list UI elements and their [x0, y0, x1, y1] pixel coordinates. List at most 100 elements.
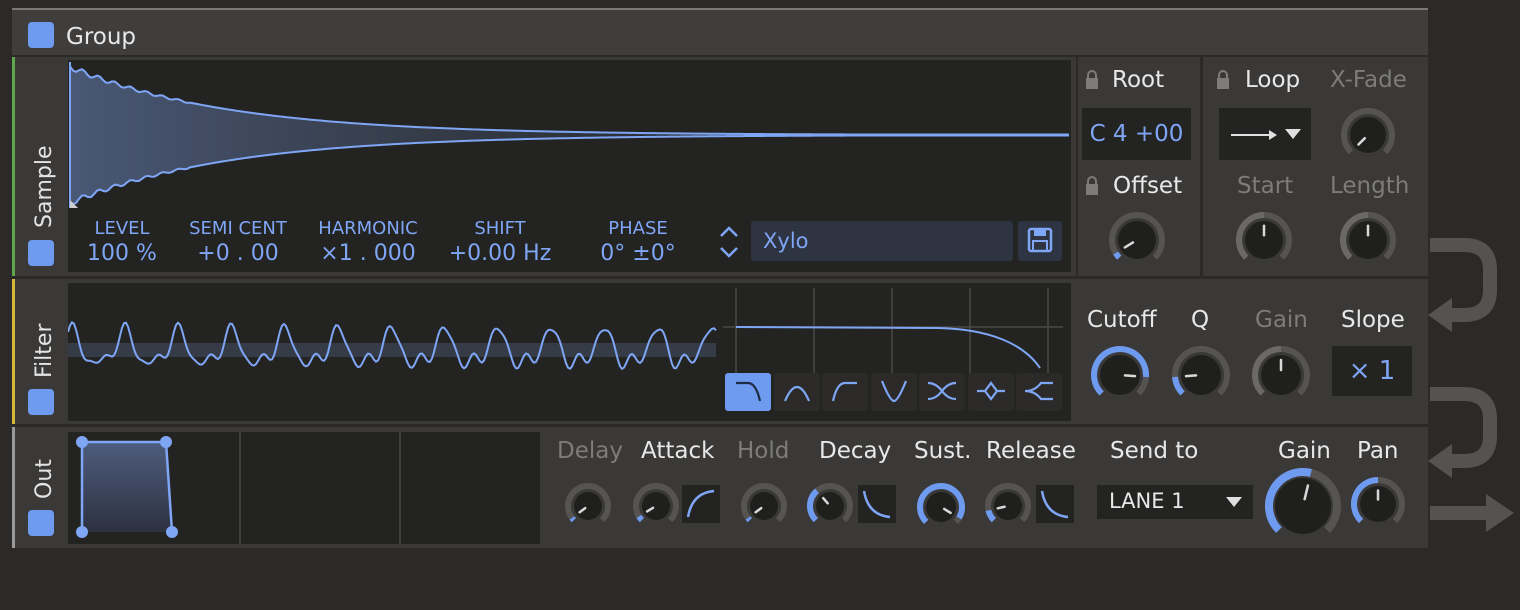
save-preset-button[interactable] [1018, 221, 1062, 261]
filter-gain-knob[interactable] [1251, 345, 1311, 409]
group-header [12, 10, 1428, 56]
filter-enable-checkbox[interactable] [28, 389, 54, 415]
filter-type-button[interactable] [967, 373, 1014, 411]
preset-name: Xylo [763, 229, 809, 253]
sample-param-label: SHIFT [474, 218, 526, 239]
knob-graphic [807, 483, 853, 523]
filter-section-label: Filter [32, 323, 57, 378]
filter-color-band [12, 279, 15, 424]
delay-knob[interactable] [564, 482, 612, 534]
highpass-icon [831, 381, 857, 402]
attack-label: Attack [641, 438, 715, 464]
filter-type-button[interactable] [725, 373, 771, 411]
filter-gain-label: Gain [1255, 307, 1308, 333]
sample-color-band [12, 57, 15, 276]
decay-knob[interactable] [806, 482, 854, 534]
knob-graphic [1341, 108, 1395, 155]
group-enable-checkbox[interactable] [28, 22, 54, 48]
filter-type-button[interactable] [773, 373, 820, 411]
filter-type-button[interactable] [870, 373, 917, 411]
knob-graphic [565, 483, 611, 523]
knob-graphic [1265, 468, 1341, 534]
preset-name-field[interactable]: Xylo [751, 221, 1013, 261]
curve-convex-icon [686, 489, 715, 518]
root-lock-icon[interactable] [1085, 70, 1099, 90]
release-curve-button[interactable] [1036, 485, 1074, 523]
knob-graphic [1172, 346, 1230, 396]
release-knob[interactable] [984, 482, 1032, 534]
decay-curve-button[interactable] [858, 485, 896, 523]
group-title: Group [66, 24, 137, 50]
filter-type-button[interactable] [919, 373, 965, 411]
offset-lock-icon[interactable] [1085, 176, 1099, 196]
shelf-icon [1024, 381, 1053, 401]
offset-label: Offset [1113, 173, 1183, 199]
offset-knob[interactable] [1108, 211, 1166, 273]
knob-graphic [917, 483, 965, 524]
save-icon [1027, 227, 1053, 253]
start-knob[interactable] [1235, 211, 1293, 273]
knob-graphic [1236, 212, 1292, 260]
attack-knob[interactable] [632, 482, 680, 534]
knob-graphic [633, 483, 679, 523]
sustain-label: Sust. [914, 438, 972, 464]
knob-graphic [1109, 212, 1165, 260]
allpass-icon [927, 381, 957, 401]
loop-label: Loop [1245, 67, 1301, 93]
sample-param-value[interactable]: +0.00 Hz [430, 241, 570, 266]
release-label: Release [986, 438, 1076, 464]
sample-param-value[interactable]: ×1 . 000 [298, 241, 438, 266]
root-note-field[interactable]: C 4 +00 [1082, 108, 1191, 160]
out-enable-checkbox[interactable] [28, 510, 54, 536]
filter-type-button[interactable] [822, 373, 868, 411]
knob-graphic [1252, 346, 1310, 396]
envelope-display[interactable] [68, 432, 540, 544]
hold-label: Hold [737, 438, 790, 464]
cutoff-knob[interactable] [1090, 345, 1150, 409]
length-label: Length [1330, 173, 1410, 199]
sample-param-label: HARMONIC [318, 218, 418, 239]
filter-type-button[interactable] [1016, 373, 1062, 411]
loop-lock-icon[interactable] [1216, 70, 1230, 90]
slope-selector[interactable]: × 1 [1332, 346, 1412, 396]
sample-param-label: PHASE [608, 218, 668, 239]
curve-concave-icon [1040, 490, 1069, 519]
pan-label: Pan [1357, 438, 1399, 464]
sample-param-label: SEMI CENT [189, 218, 287, 239]
sustain-knob[interactable] [916, 482, 966, 536]
sendto-dropdown[interactable]: LANE 1 [1097, 485, 1253, 519]
filter-response-grid [723, 288, 1063, 378]
delay-label: Delay [557, 438, 623, 464]
start-label: Start [1237, 173, 1294, 199]
filter-display[interactable] [68, 283, 1071, 421]
knob-graphic [1340, 212, 1396, 260]
sendto-label: Send to [1110, 438, 1199, 464]
routing-arrows [1428, 238, 1514, 532]
knob-graphic [741, 483, 787, 523]
bandpass-icon [783, 385, 810, 402]
length-knob[interactable] [1339, 211, 1397, 273]
pan-knob[interactable] [1350, 476, 1406, 536]
out-section-label: Out [32, 459, 57, 499]
q-knob[interactable] [1171, 345, 1231, 409]
attack-curve-button[interactable] [682, 485, 720, 523]
sample-param-value[interactable]: +0 . 00 [168, 241, 308, 266]
sendto-value: LANE 1 [1109, 489, 1185, 513]
loop-mode-dropdown[interactable] [1219, 108, 1311, 160]
notch-icon [880, 380, 907, 403]
root-label: Root [1112, 67, 1165, 93]
knob-graphic [1351, 477, 1405, 524]
out-gain-label: Gain [1278, 438, 1331, 464]
knob-graphic [1091, 346, 1149, 396]
sample-param-value[interactable]: 0° ±0° [568, 241, 708, 266]
xfade-knob[interactable] [1340, 107, 1396, 167]
hold-knob[interactable] [740, 482, 788, 534]
chevron-down-icon [1226, 497, 1242, 507]
decay-label: Decay [819, 438, 892, 464]
sample-enable-checkbox[interactable] [28, 240, 54, 266]
preset-stepper[interactable] [718, 222, 740, 262]
out-gain-knob[interactable] [1265, 468, 1341, 548]
envelope-graph [76, 432, 401, 544]
cutoff-label: Cutoff [1087, 307, 1157, 333]
peak-icon [976, 381, 1005, 401]
